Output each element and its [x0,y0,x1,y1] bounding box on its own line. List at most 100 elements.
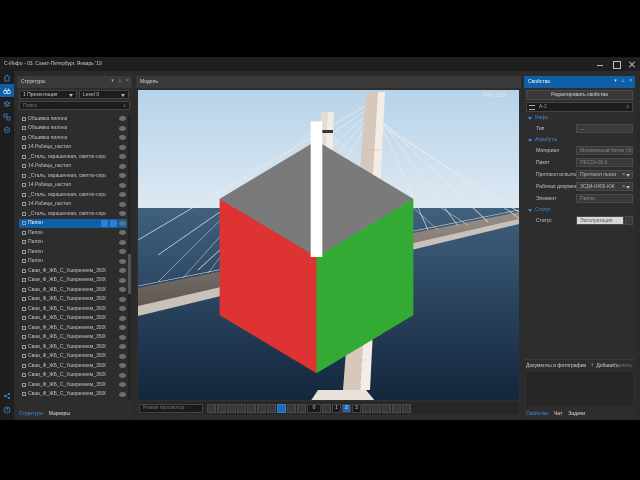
visibility-eye-icon[interactable] [119,249,126,254]
eye-icon[interactable] [382,403,391,413]
documents-area[interactable] [526,372,633,406]
tree-item[interactable]: Сваи_Ф_ЖБ_С_Уширением_3500/150... [19,314,127,324]
visibility-eye-icon[interactable] [119,382,126,387]
tree-item[interactable]: Сваи_Ф_ЖБ_С_Уширением_3500/150... [19,352,127,362]
visibility-eye-icon[interactable] [119,334,126,340]
tab-structure[interactable]: Структура [19,411,43,417]
tree-item[interactable]: Пилон [19,257,127,267]
search-icon[interactable]: ⌕ [626,104,629,110]
visibility-eye-icon[interactable] [119,144,126,150]
prop-value[interactable]: Монолитный бетон (Зол [576,146,633,155]
maximize-icon[interactable] [612,60,621,69]
visibility-eye-icon[interactable] [119,287,126,292]
tree-item[interactable]: Обшивка пилона [19,124,127,134]
tree-item[interactable]: _Сталь, окрашенная, светло-серая, мат [19,209,127,219]
tree-item[interactable]: Сваи_Ф_ЖБ_С_Уширением_3500/150... [19,333,127,343]
visibility-eye-icon[interactable] [119,277,126,283]
visibility-eye-icon[interactable] [119,296,126,302]
structure-button[interactable] [0,110,14,123]
presentation-dropdown[interactable]: 1 Презентация [19,90,77,99]
visibility-eye-icon[interactable] [119,192,126,197]
clear-icon[interactable]: × [622,172,625,178]
box-icon[interactable] [227,403,236,413]
tree-item[interactable]: 14.Рабица_настил [19,200,127,210]
tree-item[interactable]: Сваи_Ф_ЖБ_С_Уширением_3500/150... [19,285,127,295]
prop-value[interactable]: ... [576,124,633,133]
layers-button[interactable] [0,97,14,110]
tree-item[interactable]: _Сталь, окрашенная, светло-серая, мат [19,152,127,162]
prop-value[interactable]: ПК123+00,6 [576,158,633,167]
dropdown-arrow-icon[interactable]: ▾ [111,78,114,84]
tree-item[interactable]: 14.Рабица_настил [19,143,127,153]
chevron-down-icon[interactable] [626,186,630,189]
tab-properties[interactable]: Свойства [526,411,548,417]
close-icon[interactable] [628,60,636,68]
tree-item[interactable]: Сваи_Ф_ЖБ_С_Уширением_3500/150... [19,342,127,352]
tree-item[interactable]: Сваи_Ф_ЖБ_С_Уширением_3500/150... [19,276,127,286]
tree-item[interactable]: Пилон [19,247,127,257]
status-menu-button[interactable] [625,216,633,225]
walk-icon[interactable] [247,403,256,413]
dropdown-arrow-icon[interactable]: ▾ [614,78,617,84]
help-button[interactable] [0,403,14,416]
visibility-eye-icon[interactable] [119,306,126,311]
share-button[interactable] [0,389,14,402]
visibility-eye-icon[interactable] [119,239,126,245]
tree-item[interactable]: Обшивка пилона [19,133,127,143]
section-icon[interactable] [372,403,381,413]
home-button[interactable] [0,71,14,84]
visibility-eye-icon[interactable] [119,230,126,235]
panel-close-icon[interactable]: × [629,78,632,84]
image-icon[interactable] [392,403,401,413]
tree-item[interactable]: Обшивка пилона [19,114,127,124]
pin-icon[interactable]: ⊥ [118,78,122,84]
visibility-eye-icon[interactable] [119,325,126,330]
prop-value[interactable]: Протокол пьезо × [576,170,633,179]
tree-item[interactable]: Пилон [19,238,127,248]
visibility-eye-icon[interactable] [119,163,126,169]
section-status[interactable]: Статус [524,206,635,214]
visibility-eye-icon[interactable] [119,391,126,397]
navigation-cube-icon[interactable] [138,102,507,400]
sort-icon[interactable] [529,105,535,110]
chevron-down-icon[interactable] [626,174,630,177]
visibility-eye-icon[interactable] [119,363,126,368]
visibility-eye-icon[interactable] [119,116,126,121]
tree-item[interactable]: Сваи_Ф_ЖБ_С_Уширением_3500/150... [19,380,127,390]
visibility-eye-icon[interactable] [119,125,126,131]
clear-icon[interactable]: × [622,184,625,190]
visibility-eye-icon[interactable] [119,154,126,159]
settings-button[interactable] [0,123,14,136]
visibility-eye-icon[interactable] [119,135,126,140]
tree-item[interactable]: 14.Рабица_настил [19,181,127,191]
tree-item[interactable]: Пилон [19,218,127,228]
structure-search-input[interactable]: Поиск ⌕ [19,101,130,110]
tree-item[interactable]: Сваи_Ф_ЖБ_С_Уширением_3500/150... [19,390,127,400]
visibility-eye-icon[interactable] [119,182,126,188]
visibility-eye-icon[interactable] [119,211,126,216]
structure-scrollbar[interactable] [128,114,131,400]
tree-item[interactable]: Сваи_Ф_ЖБ_С_Уширением_3500/150... [19,361,127,371]
zoom-level-field[interactable]: 0 [307,403,321,413]
tree-item[interactable]: _Сталь, окрашенная, светло-серая, мат [19,190,127,200]
edit-properties-button[interactable]: Редактировать свойства [526,90,633,100]
tree-item[interactable]: Сваи_Ф_ЖБ_С_Уширением_3500/150... [19,323,127,333]
tab-chat[interactable]: Чат [554,411,562,417]
tree-item[interactable]: Сваи_Ф_ЖБ_С_Уширением_3500/150... [19,295,127,305]
search-icon[interactable]: ⌕ [123,103,126,109]
hand-icon[interactable] [287,403,296,413]
visibility-eye-icon[interactable] [119,173,126,178]
visibility-eye-icon[interactable] [119,220,126,226]
tree-item[interactable]: 14.Рабица_настил [19,162,127,172]
properties-search-input[interactable]: A-2 ⌕ [526,102,633,112]
section-info[interactable]: Инфо [524,114,635,122]
visibility-eye-icon[interactable] [119,353,126,359]
page-2-button[interactable]: 2 [342,403,351,413]
section-attributes[interactable]: Атрибуты [524,136,635,144]
camera-icon[interactable] [297,403,306,413]
tab-markers[interactable]: Маркеры [49,411,70,417]
3d-viewport[interactable]: FPS: 15.0 [138,90,519,400]
page-1-button[interactable]: 1 [332,403,341,413]
tree-item[interactable]: Сваи_Ф_ЖБ_С_Уширением_3500/150... [19,266,127,276]
measure-ruler-icon[interactable] [362,403,371,413]
